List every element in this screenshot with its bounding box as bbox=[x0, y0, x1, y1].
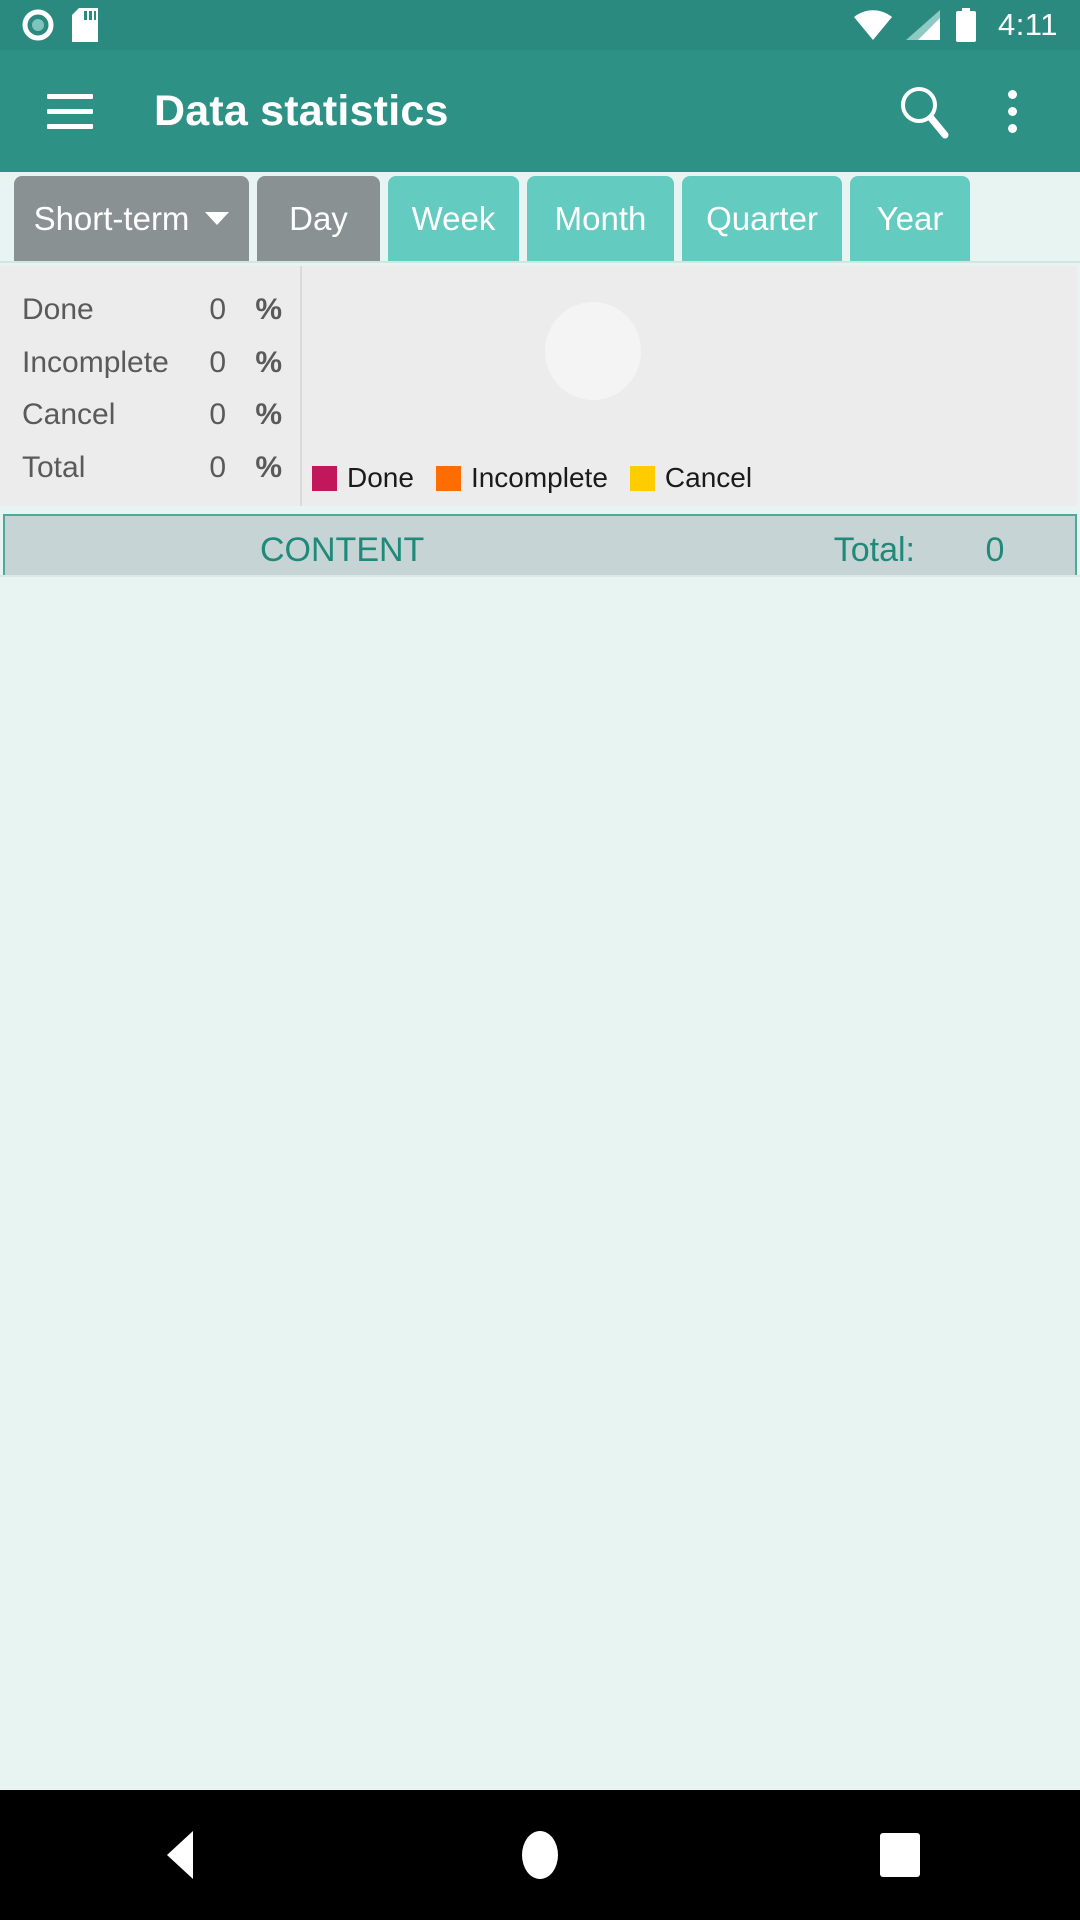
legend-label-incomplete: Incomplete bbox=[470, 462, 608, 493]
legend-label-done: Done bbox=[347, 462, 414, 493]
summary-panel: Done 0 % Incomplete 0 % Cancel 0 % Total… bbox=[0, 266, 1077, 506]
tab-week-label: Week bbox=[411, 199, 496, 237]
tab-month-label: Month bbox=[554, 199, 647, 237]
tab-quarter[interactable]: Quarter bbox=[682, 176, 842, 261]
tab-year[interactable]: Year bbox=[850, 176, 970, 261]
stat-row-cancel: Cancel 0 % bbox=[0, 391, 300, 439]
tab-day[interactable]: Day bbox=[257, 176, 380, 261]
search-icon[interactable] bbox=[886, 74, 960, 148]
tab-day-label: Day bbox=[289, 199, 348, 237]
content-header-title: CONTENT bbox=[260, 530, 425, 569]
tab-quarter-label: Quarter bbox=[706, 199, 818, 237]
back-triangle-icon bbox=[167, 1831, 193, 1879]
app-bar: Data statistics bbox=[0, 50, 1080, 172]
wifi-icon bbox=[853, 10, 892, 40]
page-title: Data statistics bbox=[154, 86, 449, 135]
record-circle-icon bbox=[22, 9, 54, 41]
legend-swatch-cancel bbox=[629, 465, 655, 491]
tab-bar[interactable]: Short-term Day Week Month Quarter Year bbox=[0, 172, 1080, 263]
status-bar: 4:11 bbox=[0, 0, 1080, 50]
content-total-label: Total: bbox=[833, 530, 915, 569]
tab-week[interactable]: Week bbox=[388, 176, 519, 261]
stat-value: 0 bbox=[209, 398, 226, 432]
stats-table: Done 0 % Incomplete 0 % Cancel 0 % Total… bbox=[0, 266, 300, 506]
chart-legend: Done Incomplete Cancel bbox=[312, 462, 764, 494]
stat-value: 0 bbox=[209, 345, 226, 379]
stat-value: 0 bbox=[209, 293, 226, 327]
status-bar-left-icons bbox=[22, 8, 98, 42]
stat-label: Done bbox=[22, 293, 94, 327]
tab-year-label: Year bbox=[876, 199, 944, 237]
legend-label-cancel: Cancel bbox=[664, 462, 753, 493]
stat-row-total: Total 0 % bbox=[0, 444, 300, 492]
status-bar-right-icons: 4:11 bbox=[853, 7, 1058, 43]
stat-label: Incomplete bbox=[22, 345, 169, 379]
app-bar-actions bbox=[886, 74, 1054, 148]
tab-selector-short-term[interactable]: Short-term bbox=[14, 176, 249, 261]
legend-swatch-done bbox=[312, 465, 337, 491]
chevron-down-icon bbox=[205, 212, 230, 225]
cell-signal-icon bbox=[905, 10, 940, 40]
hamburger-icon[interactable] bbox=[38, 79, 102, 143]
stat-label: Cancel bbox=[22, 398, 116, 432]
legend-item-done: Done bbox=[312, 462, 414, 494]
tab-month[interactable]: Month bbox=[527, 176, 674, 261]
stat-percent-symbol: % bbox=[255, 450, 282, 484]
battery-icon bbox=[955, 8, 976, 42]
stat-label: Total bbox=[22, 450, 86, 484]
stat-percent-symbol: % bbox=[255, 293, 282, 327]
system-navigation-bar bbox=[0, 1790, 1080, 1920]
legend-swatch-incomplete bbox=[435, 465, 461, 491]
stat-value: 0 bbox=[209, 450, 226, 484]
home-circle-icon bbox=[522, 1831, 558, 1879]
nav-back-button[interactable] bbox=[90, 1790, 270, 1920]
sd-card-icon bbox=[72, 8, 98, 42]
nav-recents-button[interactable] bbox=[810, 1790, 990, 1920]
stat-row-incomplete: Incomplete 0 % bbox=[0, 339, 300, 387]
overflow-menu-icon[interactable] bbox=[984, 74, 1040, 148]
pie-chart-area: Done Incomplete Cancel bbox=[300, 266, 1077, 506]
pie-chart bbox=[545, 302, 641, 400]
stat-percent-symbol: % bbox=[255, 398, 282, 432]
recents-square-icon bbox=[880, 1833, 920, 1877]
tab-selector-label: Short-term bbox=[33, 199, 190, 237]
legend-item-cancel: Cancel bbox=[629, 462, 753, 494]
content-total-value: 0 bbox=[985, 530, 1005, 569]
legend-item-incomplete: Incomplete bbox=[435, 462, 608, 494]
stat-percent-symbol: % bbox=[255, 345, 282, 379]
content-list[interactable] bbox=[0, 575, 1080, 1790]
stat-row-done: Done 0 % bbox=[0, 286, 300, 334]
status-bar-clock: 4:11 bbox=[997, 7, 1058, 42]
nav-home-button[interactable] bbox=[450, 1790, 630, 1920]
